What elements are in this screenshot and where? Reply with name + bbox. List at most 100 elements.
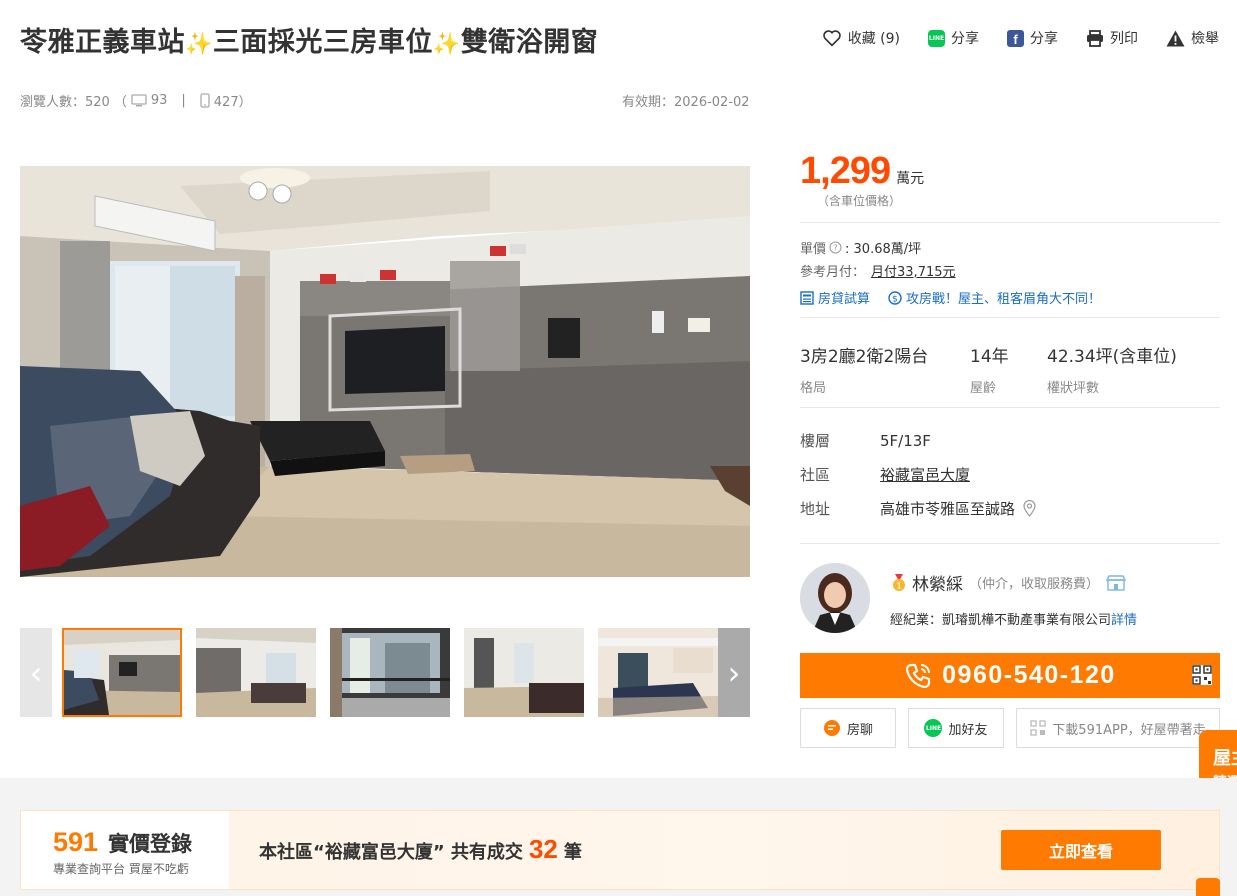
qr-code-icon[interactable] — [1192, 665, 1212, 685]
calculator-icon — [800, 290, 814, 305]
thumbnail-image — [196, 628, 316, 717]
unit-price-value: : 30.68萬/坪 — [845, 242, 922, 257]
thumbnail-1[interactable] — [62, 628, 182, 717]
share-line-label: 分享 — [951, 31, 979, 47]
spec-value: 14年 — [970, 347, 1009, 367]
transaction-price-banner: 591 實價登錄 專業查詢平台 買屋不吃虧 本社區“裕藏富邑大廈” 共有成交 3… — [20, 810, 1220, 890]
chat-button[interactable]: 房聊 — [800, 708, 896, 748]
add-friend-button[interactable]: LINE 加好友 — [908, 708, 1004, 748]
line-icon: LINE — [924, 719, 943, 737]
report-label: 檢舉 — [1191, 31, 1219, 47]
floating-corner-icon[interactable] — [1196, 878, 1220, 896]
loan-calculator-label: 房貸試算 — [818, 292, 871, 307]
report-button[interactable]: 檢舉 — [1166, 28, 1219, 48]
main-photo[interactable] — [20, 166, 750, 577]
agent-avatar[interactable] — [800, 563, 870, 633]
stats-separator: | — [181, 93, 186, 108]
price-unit: 萬元 — [896, 171, 925, 187]
message-prefix: 本社區“裕藏富邑大廈” 共有成交 — [259, 842, 523, 863]
spec-value: 42.34坪(含車位) — [1047, 347, 1177, 367]
favorite-label: 收藏 (9) — [847, 31, 900, 47]
thumbnail-3[interactable] — [330, 628, 450, 717]
price-note: （含車位價格） — [817, 194, 902, 208]
line-icon: LINE — [928, 29, 945, 47]
monthly-value-link[interactable]: 月付33,715元 — [871, 261, 956, 280]
transaction-message: 本社區“裕藏富邑大廈” 共有成交 32 筆 — [259, 834, 582, 865]
loan-calculator-link[interactable]: 房貸試算 — [800, 288, 870, 307]
view-now-button[interactable]: 立即查看 — [1001, 830, 1161, 870]
thumbnail-image — [464, 628, 584, 717]
thumbnail-5[interactable] — [598, 628, 718, 717]
add-friend-label: 加好友 — [948, 722, 988, 738]
warning-icon — [1166, 30, 1185, 46]
gallery-next-button[interactable]: › — [718, 628, 750, 717]
thumbnail-2[interactable] — [196, 628, 316, 717]
address-text: 高雄市苓雅區至誠路 — [880, 500, 1016, 518]
desktop-icon — [131, 94, 147, 107]
monthly-payment-row: 參考月付： 月付33,715元 — [800, 261, 956, 280]
divider — [800, 317, 1220, 318]
price-tools: 房貸試算 $ 攻房戰！屋主、租客眉角大不同！ — [800, 288, 1101, 307]
logo-subtitle: 專業查詢平台 買屋不吃虧 — [53, 862, 189, 876]
floor-label: 樓層 — [800, 432, 831, 450]
spec-label: 格局 — [800, 381, 827, 396]
view-stats: 瀏覽人數：520 （ 93 | 427） — [20, 91, 252, 110]
living-room-photo — [20, 166, 750, 577]
paren-open: （ — [113, 95, 127, 110]
thumbnail-image — [598, 628, 718, 717]
logo-number: 591 — [53, 827, 99, 857]
spec-label: 屋齡 — [970, 381, 997, 396]
thumbnail-4[interactable] — [464, 628, 584, 717]
listing-title: 苓雅正義車站✨三面採光三房車位✨雙衛浴開窗 — [20, 20, 598, 59]
unit-price-row: 單價 ? : 30.68萬/坪 — [800, 238, 921, 257]
chat-label: 房聊 — [846, 722, 873, 738]
svg-text:1: 1 — [896, 581, 901, 590]
gallery-prev-button[interactable]: ‹ — [20, 628, 52, 717]
divider — [800, 543, 1220, 544]
promo-link[interactable]: $ 攻房戰！屋主、租客眉角大不同！ — [888, 288, 1101, 307]
share-line-button[interactable]: LINE 分享 — [928, 28, 979, 48]
spec-area: 42.34坪(含車位) 權狀坪數 — [1047, 342, 1177, 396]
price-value: 1,299 — [800, 150, 891, 192]
floor-row: 樓層 5F/13F — [800, 430, 931, 451]
facebook-icon: f — [1007, 29, 1024, 47]
mobile-icon — [200, 93, 210, 108]
agent-name-row: 1 林縈綵 （仲介，收取服務費） — [892, 570, 1127, 595]
thumbnail-image — [64, 630, 180, 715]
download-app-button[interactable]: 下載591APP，好屋帶著走 — [1016, 708, 1220, 748]
spec-label: 權狀坪數 — [1047, 381, 1100, 396]
help-icon[interactable]: ? — [829, 241, 842, 254]
sparkle-icon: ✨ — [185, 32, 213, 57]
spec-value: 3房2廳2衛2陽台 — [800, 347, 929, 367]
address-row: 地址 高雄市苓雅區至誠路 — [800, 498, 1036, 519]
divider — [800, 407, 1220, 408]
community-label: 社區 — [800, 466, 831, 484]
share-facebook-button[interactable]: f 分享 — [1007, 28, 1058, 48]
thumbnail-strip: ‹ › — [20, 628, 750, 717]
community-link[interactable]: 裕藏富邑大廈 — [880, 464, 970, 485]
svg-text:?: ? — [833, 244, 837, 253]
dollar-icon: $ — [888, 290, 902, 305]
transaction-count: 32 — [528, 834, 558, 864]
call-agent-button[interactable]: 0960-540-120 — [800, 653, 1220, 698]
print-button[interactable]: 列印 — [1086, 28, 1138, 48]
print-label: 列印 — [1110, 31, 1138, 47]
community-row: 社區 裕藏富邑大廈 — [800, 464, 970, 485]
divider — [800, 222, 1220, 223]
address-value: 高雄市苓雅區至誠路 — [880, 498, 1036, 519]
agent-name: 林縈綵 — [912, 575, 963, 595]
agent-details-link[interactable]: 詳情 — [1111, 613, 1137, 628]
spec-layout: 3房2廳2衛2陽台 格局 — [800, 342, 928, 396]
title-part-3: 雙衛浴開窗 — [460, 27, 599, 58]
message-suffix: 筆 — [563, 842, 582, 863]
agent-phone-number: 0960-540-120 — [942, 661, 1116, 689]
chevron-right-icon: › — [727, 653, 741, 692]
title-part-2: 三面採光三房車位 — [212, 27, 433, 58]
favorite-button[interactable]: 收藏 (9) — [822, 28, 900, 48]
map-pin-icon[interactable] — [1023, 500, 1036, 517]
action-bar: 收藏 (9) LINE 分享 f 分享 列印 檢舉 — [822, 28, 1219, 48]
chevron-left-icon: ‹ — [29, 653, 43, 692]
store-icon[interactable] — [1105, 574, 1127, 591]
logo-text: 實價登錄 — [108, 832, 193, 856]
printer-icon — [1087, 29, 1103, 47]
